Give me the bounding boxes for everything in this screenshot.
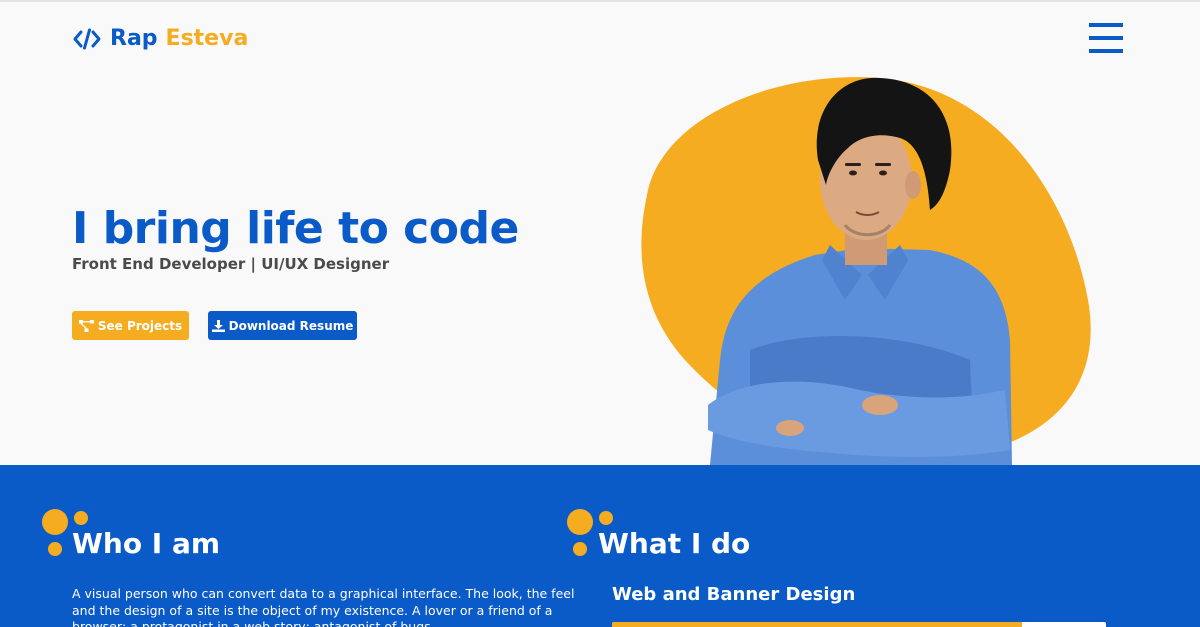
- download-resume-label: Download Resume: [228, 318, 354, 333]
- see-projects-label: See Projects: [97, 318, 183, 333]
- service-title: Web and Banner Design: [612, 584, 856, 605]
- hamburger-menu-icon[interactable]: [1089, 23, 1123, 53]
- about-text: A visual person who can convert data to …: [72, 586, 575, 627]
- about-section: Who I am A visual person who can convert…: [0, 465, 1200, 627]
- menu-bar: [1089, 49, 1123, 53]
- menu-bar: [1089, 36, 1123, 40]
- hero-title: I bring life to code: [72, 203, 519, 254]
- sitemap-icon: [78, 319, 94, 332]
- menu-bar: [1089, 23, 1123, 27]
- hero-subtitle: Front End Developer | UI/UX Designer: [72, 255, 390, 273]
- see-projects-button[interactable]: See Projects: [72, 311, 189, 340]
- logo-last-name: Esteva: [165, 26, 249, 51]
- skill-progress-fill: [612, 622, 1023, 627]
- top-border: [0, 0, 1200, 2]
- who-i-am-heading: Who I am: [72, 527, 221, 560]
- skill-progress-bar: [612, 622, 1106, 627]
- logo-first-name: Rap: [110, 26, 158, 51]
- download-resume-button[interactable]: Download Resume: [208, 311, 357, 340]
- site-logo[interactable]: Rap Esteva: [72, 26, 248, 52]
- what-i-do-heading: What I do: [598, 527, 751, 560]
- download-icon: [211, 319, 225, 332]
- hero-portrait-image: [641, 77, 1091, 465]
- code-brackets-icon: [73, 28, 101, 50]
